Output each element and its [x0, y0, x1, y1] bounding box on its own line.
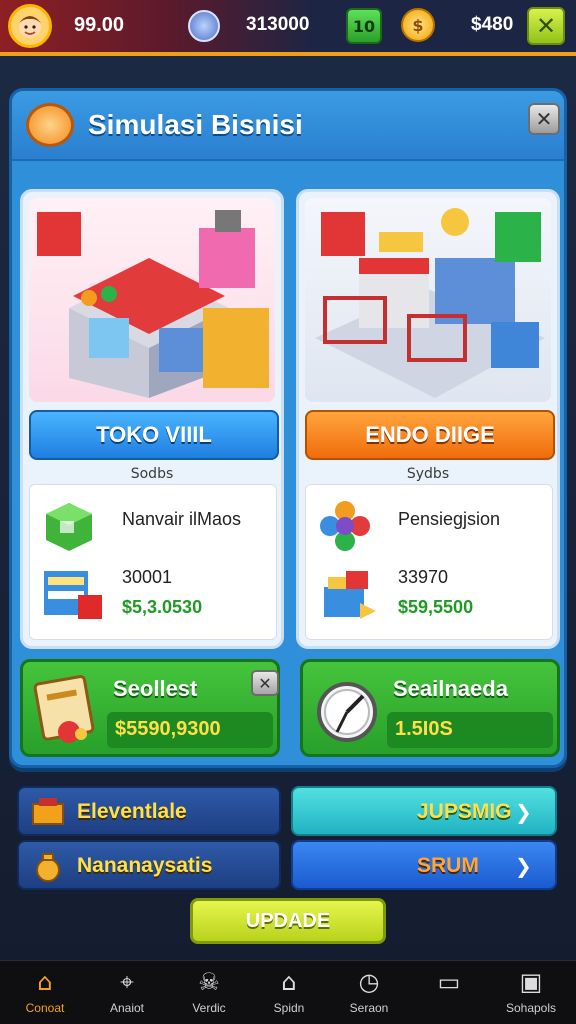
document-icon: ▣ — [519, 968, 543, 996]
panel-header: Simulasi Bisnisi ✕ — [12, 91, 564, 161]
stat-speed[interactable]: Seailnaeda 1.5I0S — [300, 659, 560, 757]
info-number: 30001 — [122, 567, 173, 587]
money-bag-icon — [36, 853, 60, 882]
nav-label: Seraon — [349, 1001, 389, 1015]
nav-item-seraon[interactable]: ◷ Seraon — [328, 967, 410, 1023]
gems-value: 313000 — [246, 14, 310, 35]
store-building-icon — [37, 210, 269, 398]
card-subtitle: Sydbs — [406, 466, 450, 482]
market-select-button[interactable]: ENDO DIIGE — [305, 410, 555, 460]
card-subtitle: Sodbs — [130, 466, 174, 482]
stat-sales[interactable]: Seollest ✕ $5590,9300 — [20, 659, 280, 757]
green-box-icon — [46, 503, 92, 551]
market-illustration — [305, 198, 551, 402]
top-status-bar: 99.00 313000 10 $ $480 ✕ — [0, 0, 576, 56]
nav-label: Verdic — [192, 1001, 226, 1015]
nav-item-spidn[interactable]: ⌂ Spidn — [248, 967, 330, 1023]
info-money: $5,3.0530 — [122, 597, 203, 617]
nav-item-verdic[interactable]: ☠ Verdic — [168, 967, 250, 1023]
cash-value: $480 — [471, 14, 514, 35]
flower-gear-icon — [320, 501, 370, 551]
crate-icon — [32, 798, 64, 825]
coins-value: 99.00 — [74, 14, 125, 36]
gold-coin-icon: $ — [401, 8, 435, 42]
business-card-store[interactable]: TOKO VIIIL Sodbs Nanvair ilMaos 30001 $5… — [20, 189, 284, 649]
jump-button[interactable]: JUPSMIG ❯ — [291, 786, 557, 836]
row-label: Nananaysatis — [77, 854, 213, 877]
window-icon: ▭ — [437, 968, 461, 996]
panel-title: Simulasi Bisnisi — [88, 109, 303, 140]
nav-item-conoat[interactable]: ⌂ Conoat — [4, 967, 86, 1023]
clipboard-money-icon — [33, 675, 95, 743]
stat-value-bar: $5590,9300 — [107, 712, 273, 748]
arrow-right-icon: ❯ — [515, 854, 532, 878]
row-inventory[interactable]: Eleventlale — [17, 786, 281, 836]
home-icon: ⌂ — [37, 968, 53, 996]
nav-item-window[interactable]: ▭ — [408, 967, 490, 1023]
player-avatar[interactable] — [8, 4, 52, 48]
top-close-button[interactable]: ✕ — [527, 7, 565, 45]
row-action-label: SRUM — [417, 854, 479, 877]
wolf-icon: ☠ — [198, 968, 220, 996]
business-logo-icon — [26, 103, 74, 147]
nav-label: Sohapols — [505, 1001, 557, 1015]
stat-value: 1.5I0S — [395, 718, 453, 740]
info-label: Nanvair ilMaos — [122, 509, 242, 529]
info-money: $59,5500 — [398, 597, 474, 617]
info-label: Pensiegjsion — [398, 509, 501, 529]
avatar-face-icon — [19, 16, 41, 38]
shopping-basket-icon — [324, 571, 376, 619]
arrow-right-icon: ❯ — [515, 800, 532, 824]
gauge-icon — [317, 682, 377, 742]
gem-icon — [188, 10, 220, 42]
store-illustration — [29, 198, 275, 402]
stat-close-button[interactable]: ✕ — [251, 670, 279, 696]
bottom-navigation: ⌂ Conoat ⌖ Anaiot ☠ Verdic ⌂ Spidn ◷ Ser… — [0, 960, 576, 1024]
stat-value: $5590,9300 — [115, 718, 221, 740]
shop-shelf-icon — [44, 571, 102, 619]
business-card-market[interactable]: ENDO DIIGE Sydbs Pensiegjsion 33970 $59,… — [296, 189, 560, 649]
nav-label: Anaiot — [109, 1001, 145, 1015]
card-info-box: Nanvair ilMaos 30001 $5,3.0530 — [29, 484, 277, 640]
info-number: 33970 — [398, 567, 449, 587]
stat-title: Seollest — [113, 676, 198, 701]
nav-item-sohapols[interactable]: ▣ Sohapols — [490, 967, 572, 1023]
row-action-label: JUPSMIG — [417, 800, 512, 823]
card-info-box: Pensiegjsion 33970 $59,5500 — [305, 484, 553, 640]
tag-icon: ⌖ — [120, 968, 134, 996]
house-icon: ⌂ — [281, 968, 297, 996]
store-select-button[interactable]: TOKO VIIIL — [29, 410, 279, 460]
stat-value-bar: 1.5I0S — [387, 712, 553, 748]
row-finance[interactable]: Nananaysatis — [17, 840, 281, 890]
level-badge[interactable]: 10 — [346, 8, 382, 44]
stat-title: Seailnaeda — [393, 676, 508, 701]
market-cart-icon — [315, 208, 545, 398]
business-simulation-panel: Simulasi Bisnisi ✕ TOKO VIIIL Sodbs Nanv… — [9, 88, 567, 768]
update-button[interactable]: UPDADE — [190, 898, 386, 944]
panel-close-button[interactable]: ✕ — [528, 103, 560, 135]
nav-item-anaiot[interactable]: ⌖ Anaiot — [86, 967, 168, 1023]
nav-label: Spidn — [273, 1001, 305, 1015]
srum-button[interactable]: SRUM ❯ — [291, 840, 557, 890]
clock-icon: ◷ — [358, 968, 380, 996]
row-label: Eleventlale — [77, 800, 187, 823]
nav-label: Conoat — [25, 1001, 65, 1015]
